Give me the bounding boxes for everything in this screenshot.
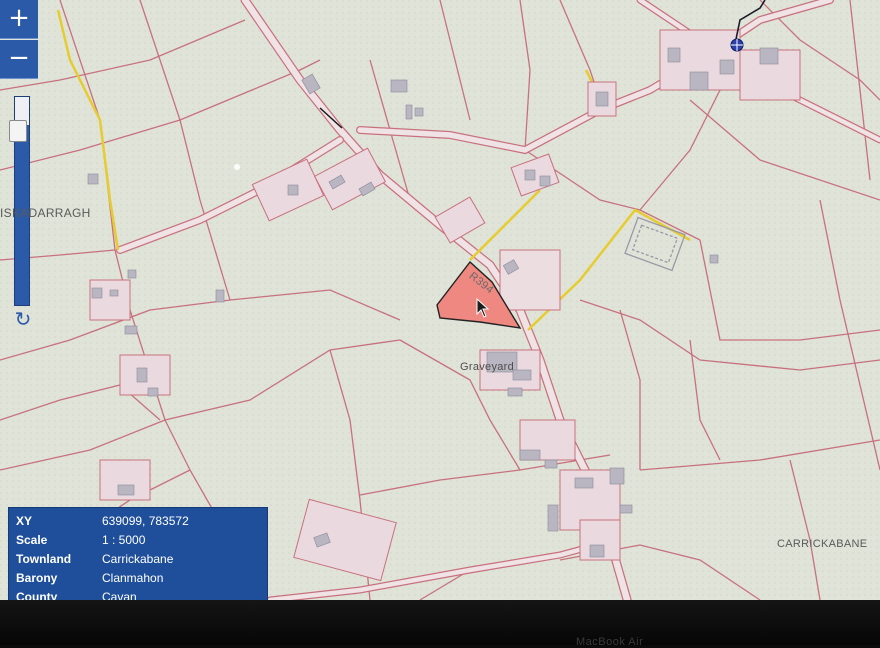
building	[719, 59, 735, 75]
info-row-scale: Scale 1 : 5000	[16, 533, 261, 552]
building	[124, 325, 138, 335]
building	[507, 387, 523, 397]
info-value: Clanmahon	[102, 571, 164, 585]
building	[709, 254, 719, 264]
townland-label-east: CARRICKABANE	[777, 538, 868, 550]
laptop-model-label: MacBook Air	[576, 636, 644, 648]
info-key: Barony	[16, 571, 58, 585]
building	[619, 504, 633, 514]
building	[287, 184, 299, 196]
building	[127, 269, 137, 279]
building	[215, 289, 225, 303]
minus-icon: −	[8, 43, 30, 73]
building	[109, 289, 119, 297]
building	[759, 47, 779, 65]
location-info-panel: XY 639099, 783572 Scale 1 : 5000 Townlan…	[8, 507, 268, 609]
building	[414, 107, 424, 117]
building	[609, 467, 625, 485]
graveyard-label: Graveyard	[460, 361, 515, 373]
plus-icon: +	[8, 3, 30, 33]
info-value: Carrickabane	[102, 552, 174, 566]
building	[512, 369, 532, 381]
building	[147, 387, 159, 397]
laptop-bezel	[0, 600, 880, 645]
info-value: 639099, 783572	[102, 514, 189, 528]
building	[87, 173, 99, 185]
building	[524, 169, 536, 181]
building	[689, 71, 709, 91]
info-value: 1 : 5000	[102, 533, 146, 547]
building	[519, 449, 541, 461]
zoom-out-button[interactable]: −	[0, 40, 38, 79]
zoom-in-button[interactable]: +	[0, 0, 38, 39]
building	[595, 91, 609, 107]
mouse-pointer-icon	[476, 298, 490, 318]
refresh-icon: ↻	[14, 307, 32, 331]
info-row-barony: Barony Clanmahon	[16, 571, 261, 590]
building	[667, 47, 681, 63]
zoom-slider-thumb[interactable]	[9, 120, 27, 142]
info-key: Townland	[16, 552, 72, 566]
house-plot	[89, 279, 131, 321]
info-key: Scale	[16, 533, 48, 547]
building	[390, 79, 408, 93]
info-key: XY	[16, 514, 33, 528]
building	[91, 287, 103, 299]
building	[539, 175, 551, 187]
building	[574, 477, 594, 489]
building	[547, 504, 559, 532]
house-plot	[499, 249, 561, 311]
building	[544, 459, 558, 469]
townland-label-west: ISKADARRAGH	[0, 206, 91, 220]
building	[136, 367, 148, 383]
building	[589, 544, 605, 558]
map-viewport[interactable]: + − ↻ ISKADARRAGH CARRICKABANE Graveyard…	[0, 0, 880, 610]
building	[117, 484, 135, 496]
glare-spot	[234, 164, 240, 170]
location-pin-icon[interactable]	[730, 38, 744, 52]
info-row-xy: XY 639099, 783572	[16, 514, 261, 533]
building	[405, 104, 413, 120]
info-row-townland: Townland Carrickabane	[16, 552, 261, 571]
refresh-button[interactable]: ↻	[12, 308, 34, 330]
